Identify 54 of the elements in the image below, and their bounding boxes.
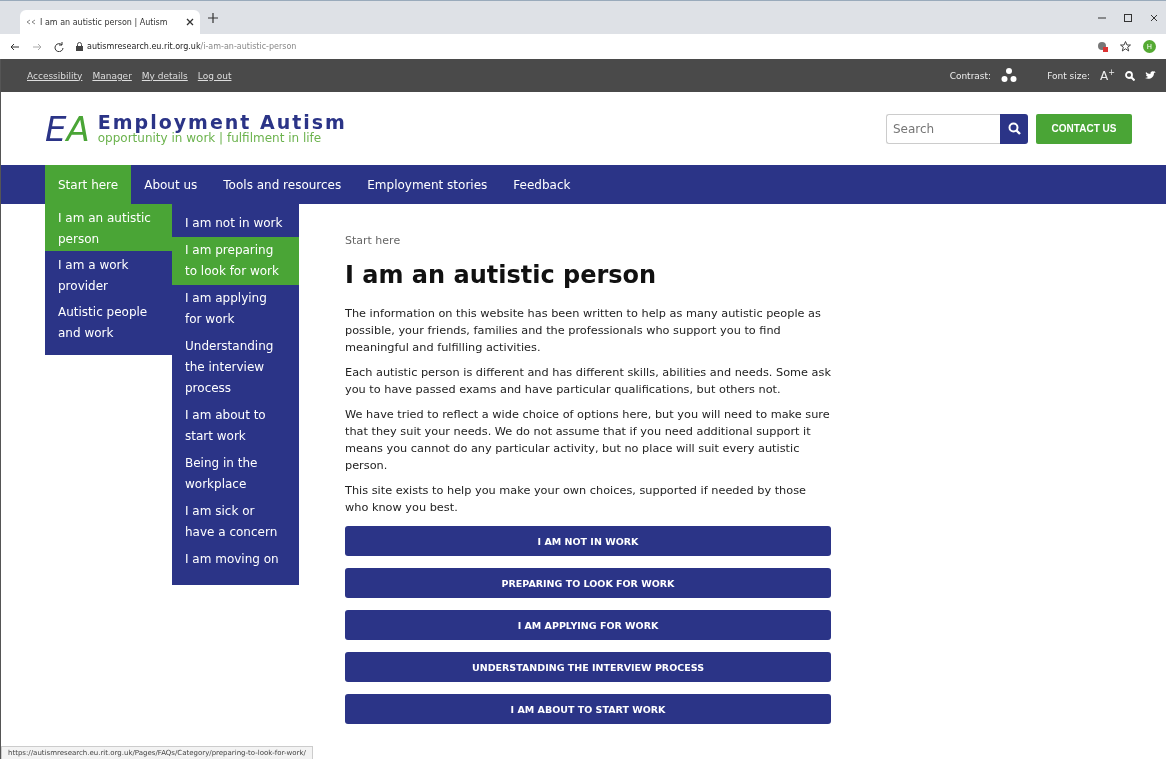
menu-item[interactable]: I am moving on bbox=[172, 546, 299, 573]
page-heading: I am an autistic person bbox=[345, 261, 658, 289]
maximize-icon[interactable] bbox=[1124, 13, 1132, 22]
body-paragraph: The information on this website has been written to help as many autistic people as possible, your friends, families and the professionals who support you to find meaningful and fulfilling activities. bbox=[345, 306, 822, 356]
close-icon[interactable] bbox=[186, 18, 194, 26]
search-button[interactable] bbox=[1000, 113, 1028, 144]
site-title: Employment Autism bbox=[97, 112, 347, 132]
nav-tab[interactable]: Tools and resources bbox=[210, 165, 355, 204]
nav-tab[interactable]: Employment stories bbox=[354, 165, 501, 204]
link-button[interactable]: I AM NOT IN WORK bbox=[345, 526, 831, 556]
breadcrumb-link[interactable]: Start here bbox=[345, 234, 831, 247]
link-button[interactable]: I AM ABOUT TO START WORK bbox=[345, 694, 831, 724]
font-size-button[interactable]: A$^{+}$ bbox=[1100, 68, 1115, 83]
utility-link[interactable]: Log out bbox=[197, 70, 232, 81]
bird-icon[interactable] bbox=[1145, 71, 1156, 80]
link-button[interactable]: I AM APPLYING FOR WORK bbox=[345, 610, 831, 640]
utility-link[interactable]: Manager bbox=[92, 70, 132, 81]
extension-icon[interactable] bbox=[1097, 41, 1108, 52]
menu-item[interactable]: I am about to start work bbox=[172, 402, 299, 450]
new-tab-icon[interactable] bbox=[208, 12, 218, 23]
menu-item[interactable]: I am a work provider bbox=[45, 251, 172, 298]
menu-item[interactable]: I am sick or have a concern bbox=[172, 498, 299, 546]
body-paragraph: Each autistic person is different and has different skills, abilities and needs. Some ask you to have passed exams and have particular qualifications, but others not. bbox=[345, 365, 831, 398]
menu-item[interactable]: I am not in work bbox=[172, 210, 299, 237]
menu-item[interactable]: Understanding the interview process bbox=[172, 333, 299, 402]
back-icon[interactable] bbox=[10, 41, 20, 52]
body-paragraph: We have tried to reflect a wide choice of options here, but you will need to make sure that they suit your needs. We do not assume that if you need additional support it means you cannot do any particular activity, but no place will suit every autistic person. bbox=[345, 407, 831, 474]
body-paragraph: This site exists to help you make your own choices, supported if needed by those who know you best. bbox=[345, 483, 807, 516]
contrast-icon[interactable] bbox=[1001, 68, 1018, 83]
reload-icon[interactable] bbox=[54, 41, 64, 52]
menu-item[interactable]: Being in the workplace bbox=[172, 450, 299, 498]
link-button[interactable]: UNDERSTANDING THE INTERVIEW PROCESS bbox=[345, 652, 831, 682]
close-icon[interactable] bbox=[1150, 13, 1158, 22]
logo-monogram: EA bbox=[45, 108, 90, 149]
url-text: autismresearch.eu.rit.org.uk/i-am-an-autistic-person bbox=[87, 42, 297, 51]
browser-tab[interactable]: I am an autistic person | Autism bbox=[20, 10, 200, 34]
menu-item[interactable]: Autistic people and work bbox=[45, 298, 172, 345]
site-tagline: opportunity in work | fulfilment in life bbox=[97, 132, 323, 145]
menu-item[interactable]: I am applying for work bbox=[172, 285, 299, 333]
font-size-label: Font size: bbox=[1047, 70, 1091, 81]
nav-tab[interactable]: About us bbox=[131, 165, 211, 204]
utility-link[interactable]: Accessibility bbox=[27, 70, 83, 81]
search-icon bbox=[1007, 122, 1021, 135]
search-icon[interactable] bbox=[1125, 70, 1135, 81]
address-bar[interactable]: autismresearch.eu.rit.org.uk/i-am-an-autistic-person bbox=[76, 42, 1085, 51]
site-icon bbox=[26, 18, 36, 26]
contrast-label: Contrast: bbox=[949, 70, 992, 81]
link-button[interactable]: PREPARING TO LOOK FOR WORK bbox=[345, 568, 831, 598]
nav-tab[interactable]: Feedback bbox=[500, 165, 584, 204]
lock-icon bbox=[76, 42, 83, 51]
search-field[interactable]: Search bbox=[886, 113, 1000, 144]
utility-link[interactable]: My details bbox=[141, 70, 188, 81]
logo[interactable]: EA Employment Autism opportunity in work | fulfilment in life bbox=[45, 108, 347, 149]
star-icon[interactable] bbox=[1120, 41, 1131, 52]
